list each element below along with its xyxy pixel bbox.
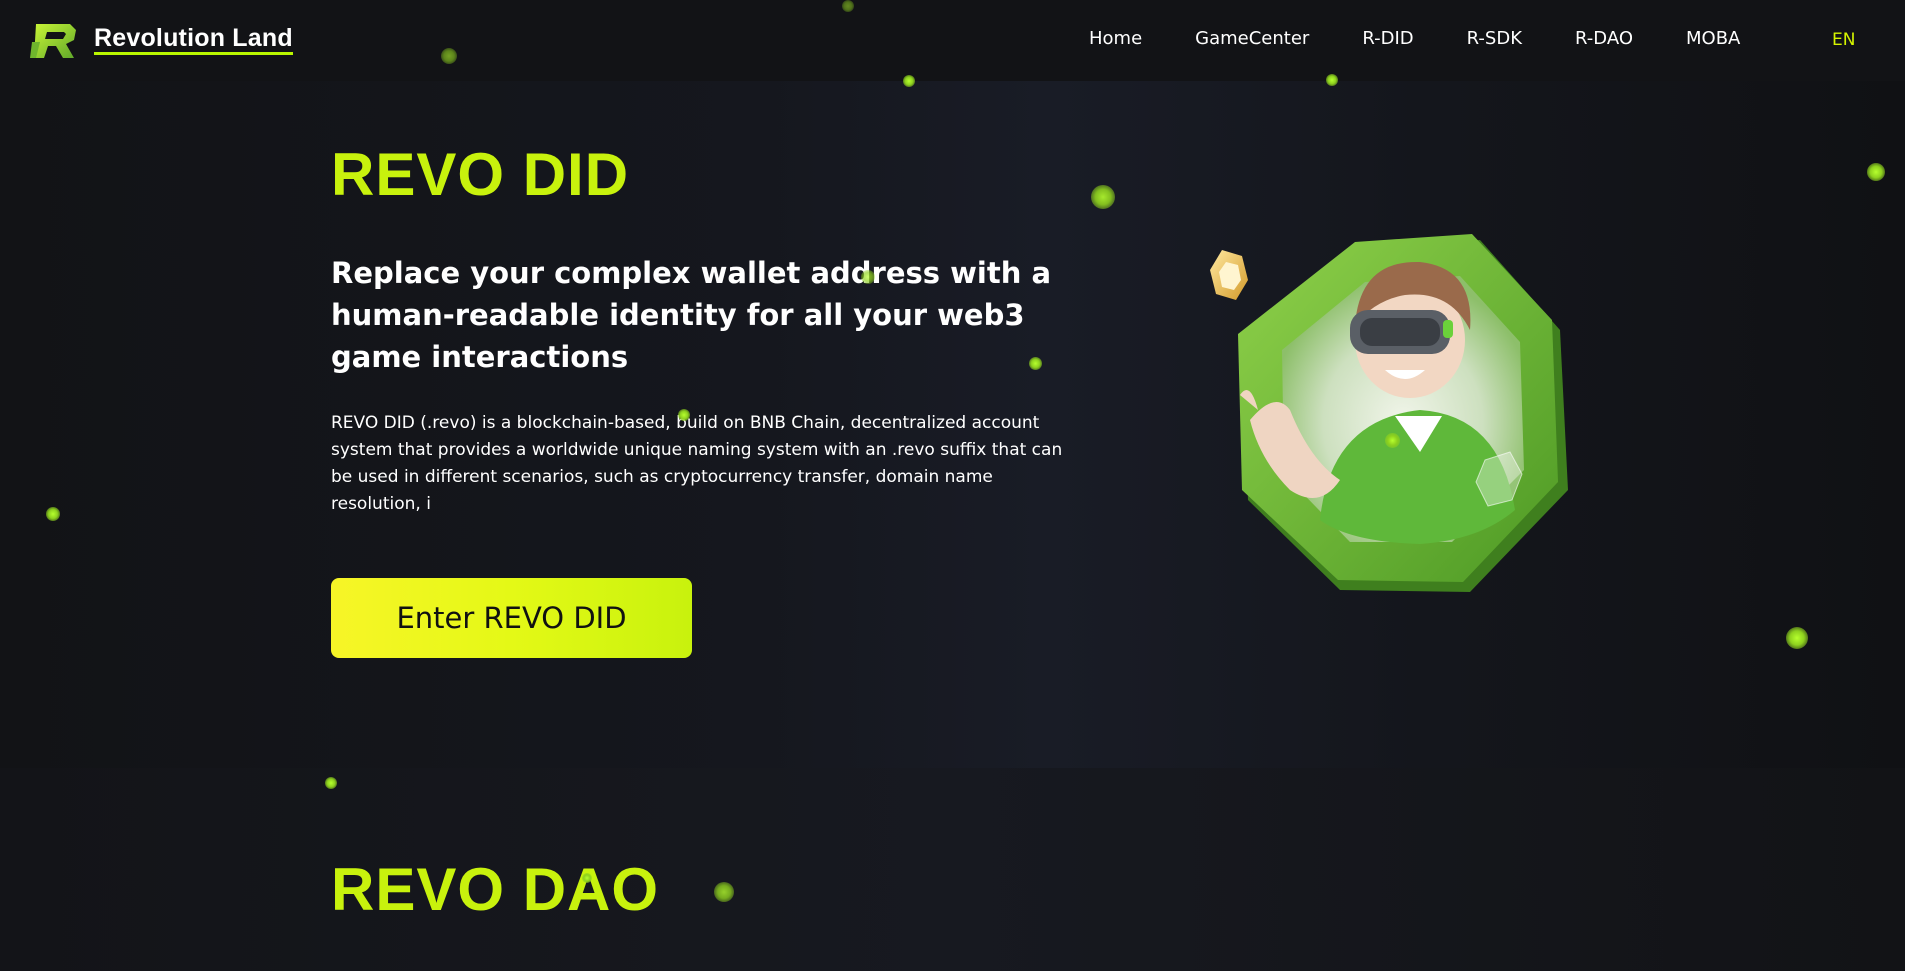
enter-revo-did-button[interactable]: Enter REVO DID	[331, 578, 692, 658]
language-switcher[interactable]: EN	[1832, 30, 1855, 50]
glow-particle	[1326, 74, 1338, 86]
glow-particle	[1029, 357, 1042, 370]
glow-particle	[46, 507, 60, 521]
revolution-land-logo-icon	[30, 24, 76, 58]
nav-item-r-dao[interactable]: R-DAO	[1575, 28, 1633, 49]
glow-particle	[714, 882, 734, 902]
nav-item-r-sdk[interactable]: R-SDK	[1467, 28, 1522, 49]
hero-description: REVO DID (.revo) is a blockchain-based, …	[331, 413, 1063, 514]
glow-particle	[1385, 433, 1400, 448]
hero-subtitle: Replace your complex wallet address with…	[331, 256, 1052, 374]
hero-title: REVO DID	[331, 141, 630, 208]
glow-particle	[1786, 627, 1808, 649]
glow-particle	[1867, 163, 1885, 181]
glow-particle	[903, 75, 915, 87]
nav-item-r-did[interactable]: R-DID	[1362, 28, 1413, 49]
glow-particle	[842, 0, 854, 12]
glow-particle	[325, 777, 337, 789]
nav-item-gamecenter[interactable]: GameCenter	[1195, 28, 1309, 49]
brand-name: Revolution Land	[94, 25, 293, 55]
brand-logo[interactable]: Revolution Land	[30, 20, 293, 60]
nav-item-home[interactable]: Home	[1089, 28, 1142, 49]
glow-particle	[441, 48, 457, 64]
glow-particle	[678, 409, 690, 421]
glow-particle	[582, 873, 592, 883]
top-navbar: Revolution Land Home GameCenter R-DID R-…	[0, 0, 1905, 81]
nav-item-moba[interactable]: MOBA	[1686, 28, 1740, 49]
dao-section	[0, 768, 1905, 971]
glow-particle	[1091, 185, 1115, 209]
vr-avatar-illustration	[1210, 234, 1568, 592]
glow-particle	[861, 270, 875, 284]
main-nav: Home GameCenter R-DID R-SDK R-DAO MOBA	[1089, 28, 1740, 49]
dao-title: REVO DAO	[331, 856, 660, 923]
